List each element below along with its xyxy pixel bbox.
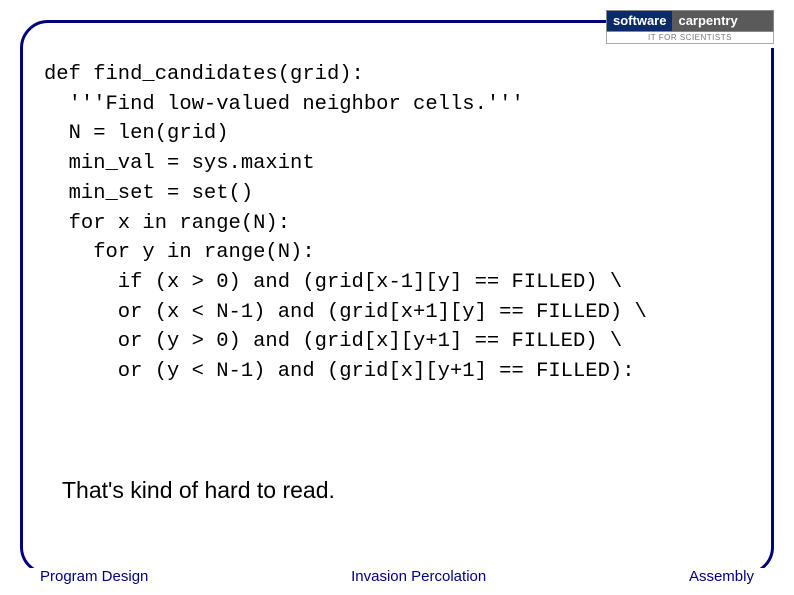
code-line-1: def find_candidates(grid): xyxy=(44,63,364,86)
code-line-5: min_set = set() xyxy=(44,182,253,205)
footer-center: Invasion Percolation xyxy=(345,568,492,585)
code-line-3: N = len(grid) xyxy=(44,122,229,145)
code-line-9: or (x < N-1) and (grid[x+1][y] == FILLED… xyxy=(44,301,647,324)
footer-right: Assembly xyxy=(683,568,760,585)
slide-comment: That's kind of hard to read. xyxy=(62,477,335,504)
logo-tagline: IT FOR SCIENTISTS xyxy=(606,32,774,44)
code-block: def find_candidates(grid): '''Find low-v… xyxy=(44,60,764,387)
code-line-8: if (x > 0) and (grid[x-1][y] == FILLED) … xyxy=(44,271,622,294)
logo-word-carpentry: carpentry xyxy=(672,11,773,31)
software-carpentry-logo: software carpentry IT FOR SCIENTISTS xyxy=(606,8,774,48)
code-line-11: or (y < N-1) and (grid[x][y+1] == FILLED… xyxy=(44,360,635,383)
code-line-7: for y in range(N): xyxy=(44,241,315,264)
code-line-10: or (y > 0) and (grid[x][y+1] == FILLED) … xyxy=(44,330,622,353)
code-line-2: '''Find low-valued neighbor cells.''' xyxy=(44,93,524,116)
logo-word-software: software xyxy=(607,11,672,31)
code-line-4: min_val = sys.maxint xyxy=(44,152,315,175)
logo-top-row: software carpentry xyxy=(606,10,774,32)
slide-footer: Program Design Invasion Percolation Asse… xyxy=(0,568,794,585)
code-line-6: for x in range(N): xyxy=(44,212,290,235)
footer-left: Program Design xyxy=(34,568,154,585)
